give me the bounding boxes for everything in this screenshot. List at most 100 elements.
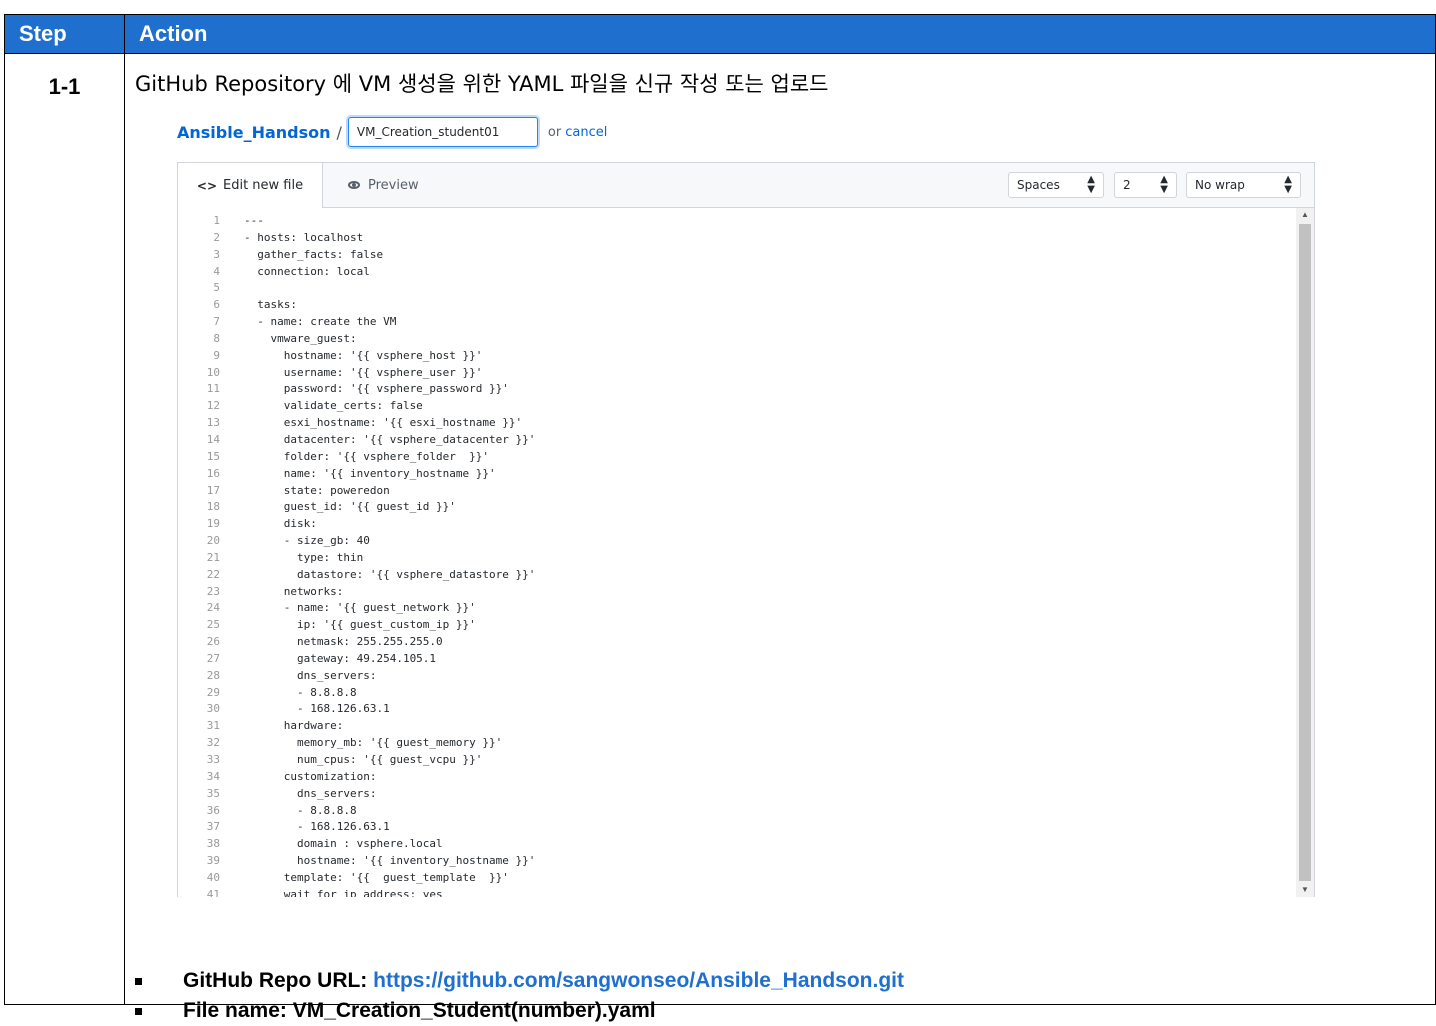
indent-mode-value: Spaces: [1017, 178, 1060, 192]
code-text: datastore: '{{ vsphere_datastore }}': [244, 567, 536, 581]
code-text: customization:: [244, 769, 377, 783]
scroll-thumb[interactable]: [1299, 224, 1311, 881]
line-number: 23: [206, 584, 220, 598]
indent-size-select[interactable]: 2 ▲ ▼: [1114, 172, 1177, 198]
code-line: 9 hostname: '{{ vsphere_host }}': [178, 348, 1296, 365]
action-cell: GitHub Repository 에 VM 생성을 위한 YAML 파일을 신…: [124, 53, 1436, 1022]
select-arrows-icon: ▲ ▼: [1160, 174, 1168, 195]
code-text: wait_for_ip_address: yes: [244, 887, 443, 897]
line-number: 30: [206, 702, 220, 716]
code-text: esxi_hostname: '{{ esxi_hostname }}': [244, 416, 523, 430]
notes-list: GitHub Repo URL: https://github.com/sang…: [135, 966, 904, 1026]
code-line: 30 - 168.126.63.1: [178, 701, 1296, 718]
filename-input[interactable]: [347, 117, 538, 147]
code-line: 1 ---: [178, 213, 1296, 230]
tab-preview[interactable]: Preview: [348, 163, 419, 207]
code-editor: <> Edit new file Preview Spaces ▲ ▼ 2 ▲ ▼: [177, 162, 1315, 897]
code-line: 2 - hosts: localhost: [178, 230, 1296, 247]
line-number: 7: [213, 315, 220, 329]
code-line: 40 template: '{{ guest_template }}': [178, 870, 1296, 887]
line-number: 39: [206, 854, 220, 868]
repo-url-link[interactable]: https://github.com/sangwonseo/Ansible_Ha…: [373, 969, 904, 992]
line-number: 2: [213, 230, 220, 244]
editor-toolbar: <> Edit new file Preview Spaces ▲ ▼ 2 ▲ ▼: [178, 163, 1314, 208]
code-text: - size_gb: 40: [244, 534, 370, 548]
cancel-link[interactable]: cancel: [565, 125, 607, 140]
list-item: GitHub Repo URL: https://github.com/sang…: [135, 966, 904, 996]
line-number: 25: [206, 618, 220, 632]
code-text: tasks:: [244, 298, 297, 312]
code-text: hostname: '{{ inventory_hostname }}': [244, 854, 536, 868]
table-header-row: Step Action: [4, 14, 1436, 54]
eye-icon: [348, 181, 360, 189]
code-text: hostname: '{{ vsphere_host }}': [244, 348, 483, 362]
code-line: 34 customization:: [178, 769, 1296, 786]
code-line: 8 vmware_guest:: [178, 331, 1296, 348]
code-line: 22 datastore: '{{ vsphere_datastore }}': [178, 567, 1296, 584]
line-number: 14: [206, 432, 220, 446]
code-text: dns_servers:: [244, 786, 377, 800]
code-text: netmask: 255.255.255.0: [244, 635, 443, 649]
code-text: disk:: [244, 517, 317, 531]
line-number: 3: [213, 247, 220, 261]
line-number: 27: [206, 651, 220, 665]
line-number: 18: [206, 500, 220, 514]
code-text: template: '{{ guest_template }}': [244, 870, 509, 884]
scroll-up-icon[interactable]: ▲: [1296, 208, 1314, 222]
code-text: dns_servers:: [244, 668, 377, 682]
code-line: 20 - size_gb: 40: [178, 533, 1296, 550]
code-line: 23 networks:: [178, 584, 1296, 601]
repo-link[interactable]: Ansible_Handson: [177, 123, 331, 142]
code-line: 38 domain : vsphere.local: [178, 836, 1296, 853]
line-number: 29: [206, 685, 220, 699]
code-text: name: '{{ inventory_hostname }}': [244, 466, 496, 480]
code-line: 10 username: '{{ vsphere_user }}': [178, 365, 1296, 382]
code-line: 6 tasks:: [178, 297, 1296, 314]
code-area[interactable]: 1 --- 2 - hosts: localhost 3 gather_facts: f…: [178, 208, 1296, 897]
action-title: GitHub Repository 에 VM 생성을 위한 YAML 파일을 신…: [135, 72, 829, 96]
code-text: state: poweredon: [244, 483, 390, 497]
code-line: 4 connection: local: [178, 264, 1296, 281]
code-line: 5: [178, 280, 1296, 297]
line-number: 36: [206, 803, 220, 817]
code-line: 13 esxi_hostname: '{{ esxi_hostname }}': [178, 415, 1296, 432]
line-number: 38: [206, 837, 220, 851]
code-line: 7 - name: create the VM: [178, 314, 1296, 331]
line-number: 1: [213, 214, 220, 227]
tab-edit-new-file[interactable]: <> Edit new file: [178, 163, 323, 208]
code-line: 11 password: '{{ vsphere_password }}': [178, 381, 1296, 398]
code-icon: <>: [196, 178, 217, 193]
path-separator: /: [336, 122, 342, 142]
line-number: 28: [206, 668, 220, 682]
line-number: 37: [206, 820, 220, 834]
wrap-mode-select[interactable]: No wrap ▲ ▼: [1186, 172, 1301, 198]
code-line: 24 - name: '{{ guest_network }}': [178, 600, 1296, 617]
vertical-scrollbar[interactable]: ▲ ▼: [1296, 208, 1314, 897]
code-text: - hosts: localhost: [244, 230, 364, 244]
code-text: validate_certs: false: [244, 399, 423, 413]
code-text: ip: '{{ guest_custom_ip }}': [244, 618, 476, 632]
line-number: 40: [206, 870, 220, 884]
square-bullet-icon: [135, 978, 142, 985]
file-path-bar: Ansible_Handson / or cancel: [177, 116, 607, 148]
line-number: 41: [206, 887, 220, 897]
code-line: 27 gateway: 49.254.105.1: [178, 651, 1296, 668]
indent-mode-select[interactable]: Spaces ▲ ▼: [1008, 172, 1104, 198]
code-line: 16 name: '{{ inventory_hostname }}': [178, 466, 1296, 483]
code-line: 28 dns_servers:: [178, 668, 1296, 685]
line-number: 15: [206, 449, 220, 463]
code-line: 32 memory_mb: '{{ guest_memory }}': [178, 735, 1296, 752]
scroll-down-icon[interactable]: ▼: [1296, 883, 1314, 897]
code-line: 15 folder: '{{ vsphere_folder }}': [178, 449, 1296, 466]
code-text: username: '{{ vsphere_user }}': [244, 365, 483, 379]
line-number: 33: [206, 753, 220, 766]
line-number: 11: [206, 382, 220, 396]
or-text: or: [547, 124, 562, 140]
line-number: 26: [206, 635, 220, 649]
wrap-mode-value: No wrap: [1195, 178, 1245, 192]
code-line: 21 type: thin: [178, 550, 1296, 567]
code-line: 17 state: poweredon: [178, 483, 1296, 500]
step-table: Step Action 1-1 GitHub Repository 에 VM 생…: [4, 14, 1436, 1022]
list-item: File name: VM_Creation_Student(number).y…: [135, 996, 904, 1026]
step-number: 1-1: [4, 53, 125, 1005]
